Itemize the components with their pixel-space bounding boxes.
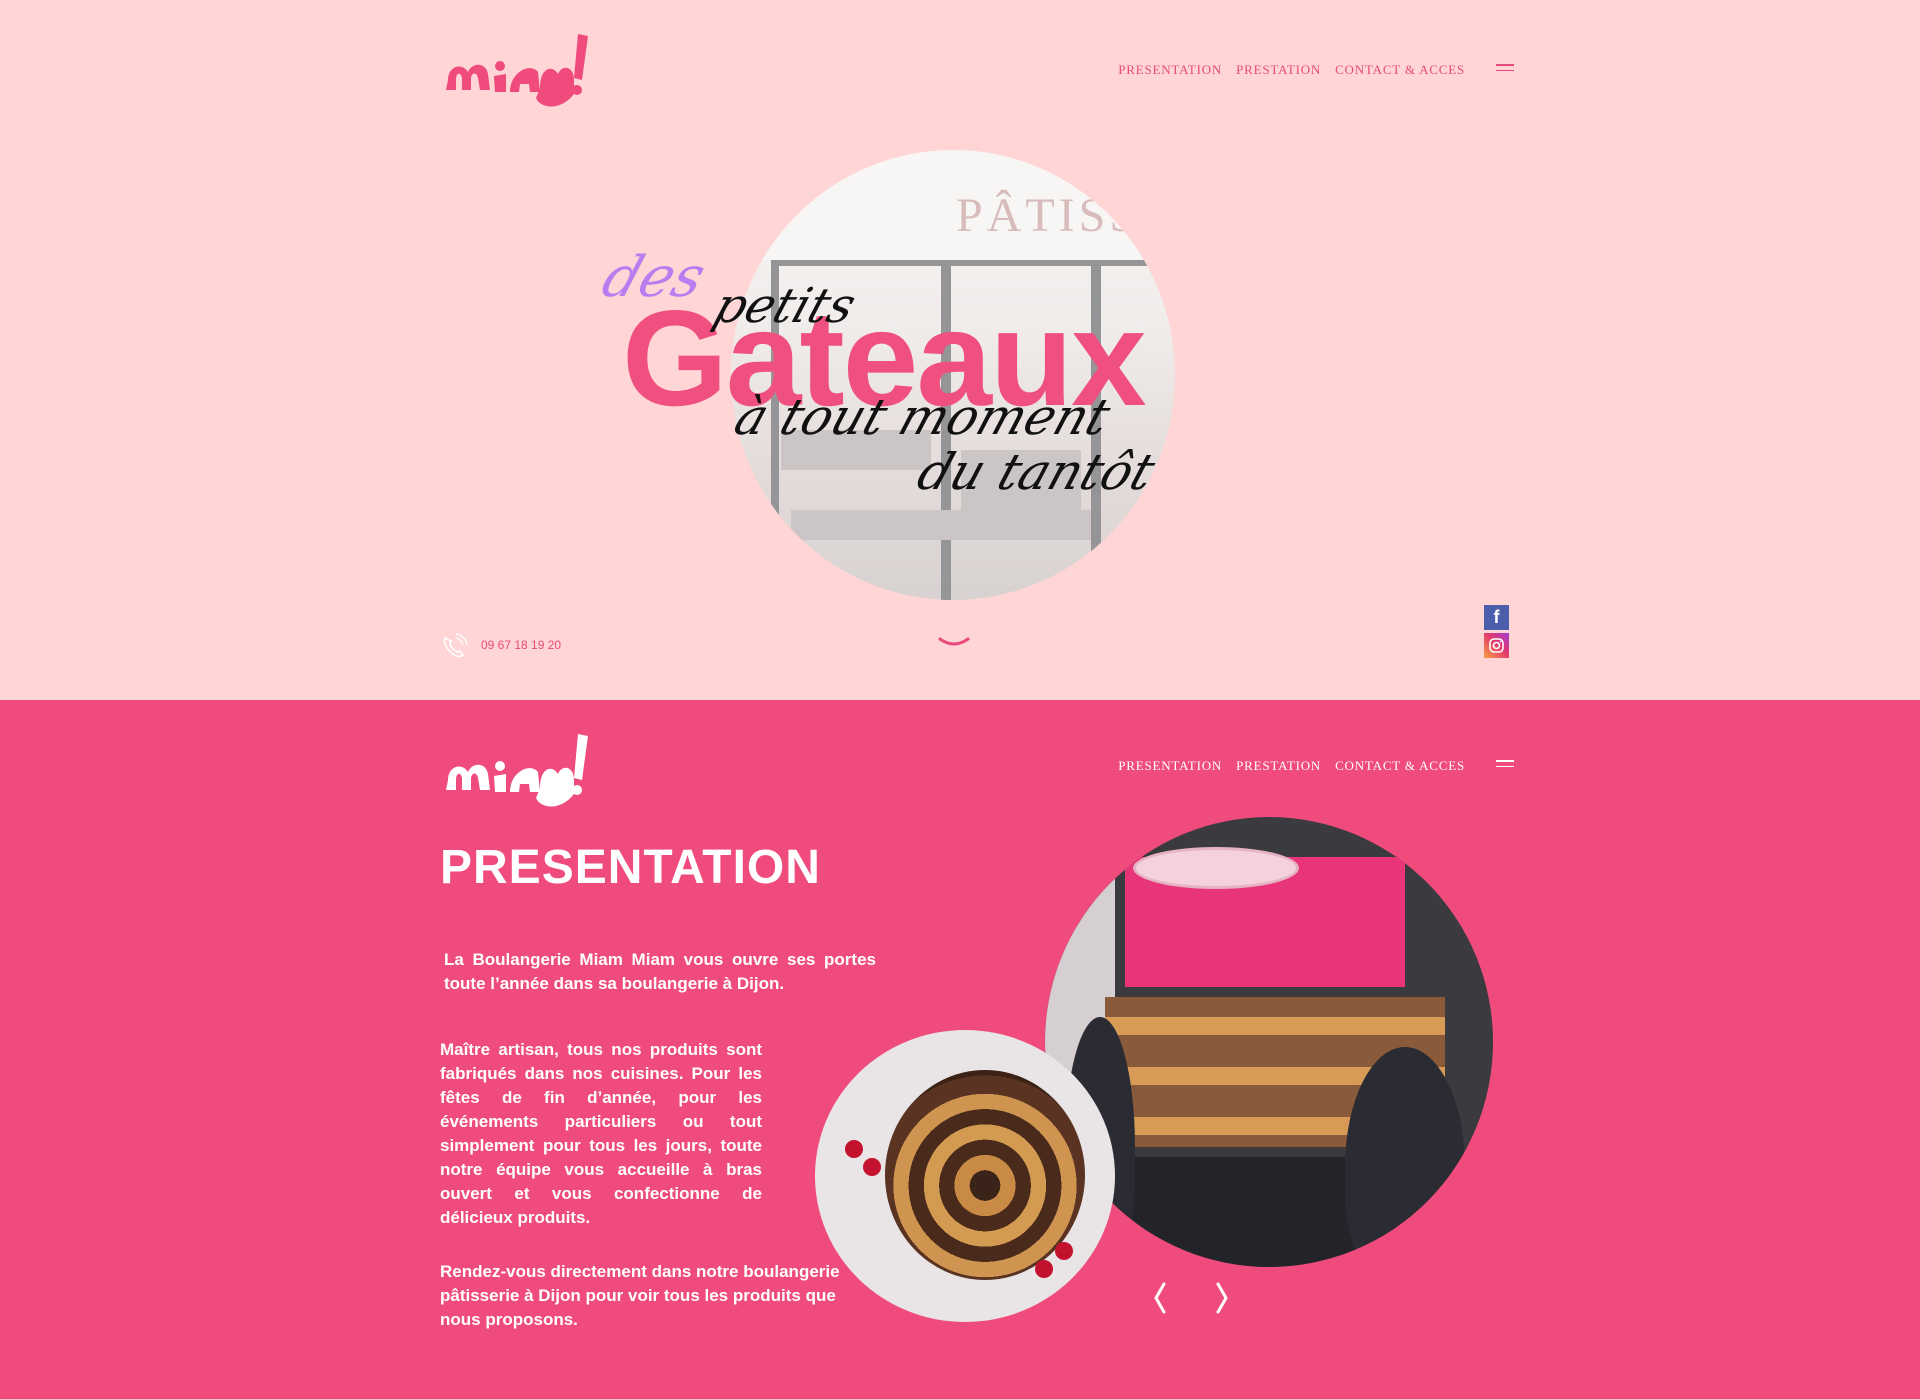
arrow-right-icon[interactable] (1212, 1280, 1232, 1316)
nav-presentation[interactable]: PRESENTATION (1118, 758, 1222, 774)
presentation-section: PRESENTATION PRESTATION CONTACT & ACCES … (0, 700, 1920, 1399)
logo-icon (446, 734, 588, 807)
nav-contact[interactable]: CONTACT & ACCES (1335, 758, 1465, 774)
presentation-paragraph-2: Maître artisan, tous nos produits sont f… (440, 1040, 762, 1227)
menu-icon[interactable] (1496, 760, 1514, 769)
nav-contact[interactable]: CONTACT & ACCES (1335, 62, 1465, 78)
phone-contact[interactable]: 09 67 18 19 20 (439, 630, 561, 660)
buche-cake-image (815, 1030, 1115, 1322)
presentation-paragraph-3: Rendez-vous directement dans notre boula… (440, 1262, 840, 1329)
menu-icon[interactable] (1496, 64, 1514, 73)
facebook-icon[interactable]: f (1484, 605, 1509, 630)
section-title: PRESENTATION (440, 841, 821, 894)
nav-presentation[interactable]: PRESENTATION (1118, 62, 1222, 78)
nav-prestation[interactable]: PRESTATION (1236, 62, 1321, 78)
main-nav: PRESENTATION PRESTATION CONTACT & ACCES (1118, 62, 1465, 78)
hero-word-petits: petits (706, 278, 863, 334)
phone-icon (443, 633, 468, 658)
instagram-icon[interactable] (1484, 633, 1509, 658)
nav-prestation[interactable]: PRESTATION (1236, 758, 1321, 774)
hero-word-tantot: du tantôt (910, 443, 1162, 501)
phone-number[interactable]: 09 67 18 19 20 (481, 638, 561, 652)
presentation-paragraph-1: La Boulangerie Miam Miam vous ouvre ses … (444, 950, 876, 993)
logo-icon (446, 34, 588, 107)
chevron-down-icon[interactable] (938, 636, 970, 650)
logo[interactable] (440, 28, 590, 108)
arrow-left-icon[interactable] (1150, 1280, 1170, 1316)
hero-word-tout-moment: à tout moment (727, 388, 1118, 446)
section-nav: PRESENTATION PRESTATION CONTACT & ACCES (1118, 758, 1465, 774)
hero-section: PRESENTATION PRESTATION CONTACT & ACCES … (0, 0, 1920, 700)
logo-white[interactable] (440, 728, 590, 808)
